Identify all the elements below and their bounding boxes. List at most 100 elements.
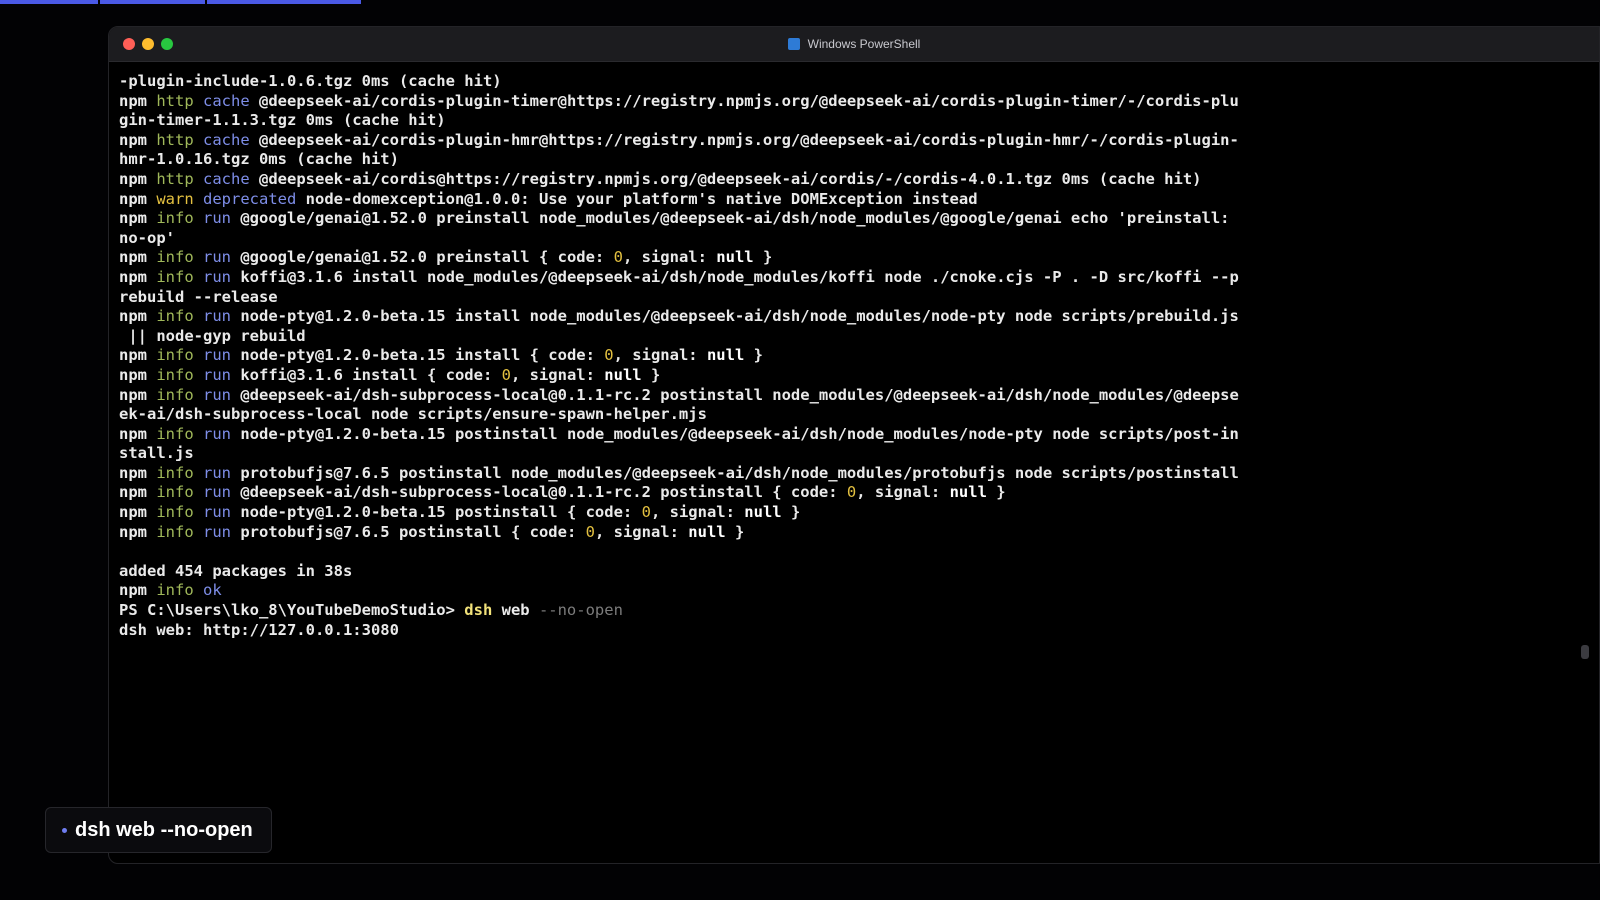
terminal-text: node-pty@1.2.0-beta.15 install { code:: [240, 346, 605, 365]
terminal-text: npm: [119, 189, 157, 208]
terminal-text: http: [156, 169, 203, 188]
terminal-text: node-pty@1.2.0-beta.15 postinstall node_…: [240, 424, 1239, 443]
terminal-text: info: [156, 248, 203, 267]
terminal-text: cache: [203, 169, 259, 188]
terminal-text: --no-open: [538, 601, 623, 620]
terminal-text: }: [781, 503, 801, 522]
terminal-text: }: [986, 483, 1006, 502]
terminal-text: info: [156, 365, 203, 384]
terminal-text: deprecated: [203, 189, 306, 208]
terminal-text: npm: [119, 248, 157, 267]
terminal-text: @google/genai@1.52.0 preinstall { code:: [240, 248, 614, 267]
terminal-line: npm info run protobufjs@7.6.5 postinstal…: [119, 464, 1559, 484]
terminal-line: npm info run koffi@3.1.6 install { code:…: [119, 366, 1559, 386]
terminal-text: @deepseek-ai/cordis-plugin-timer@https:/…: [259, 91, 1239, 110]
window-title-group: Windows PowerShell: [109, 27, 1599, 61]
terminal-text: , signal:: [594, 522, 689, 541]
terminal-text: npm: [119, 365, 157, 384]
terminal-line: npm warn deprecated node-domexception@1.…: [119, 190, 1559, 210]
terminal-text: , signal:: [613, 346, 707, 365]
powershell-icon: [787, 38, 800, 50]
terminal-text: node-pty@1.2.0-beta.15 install node_modu…: [240, 307, 1239, 326]
terminal-line: added 454 packages in 38s: [119, 562, 1559, 582]
terminal-line: PS C:\Users\lko_8\YouTubeDemoStudio> dsh…: [119, 601, 1559, 621]
terminal-text: , signal:: [622, 248, 717, 267]
window-titlebar[interactable]: Windows PowerShell: [109, 27, 1599, 62]
terminal-text: run: [203, 503, 241, 522]
terminal-text: cache: [203, 91, 259, 110]
progress-segment[interactable]: [0, 0, 98, 4]
terminal-line: stall.js: [119, 444, 1559, 464]
terminal-text: hmr-1.0.16.tgz 0ms (cache hit): [119, 150, 399, 169]
terminal-text: koffi@3.1.6 install node_modules/@deepse…: [240, 267, 1239, 286]
terminal-line: npm info run node-pty@1.2.0-beta.15 inst…: [119, 346, 1559, 366]
terminal-text: gin-timer-1.1.3.tgz 0ms (cache hit): [119, 111, 446, 130]
window-title: Windows PowerShell: [807, 37, 921, 51]
terminal-text: npm: [119, 267, 157, 286]
terminal-text: npm: [119, 522, 157, 541]
terminal-line: npm http cache @deepseek-ai/cordis-plugi…: [119, 92, 1559, 112]
terminal-text: run: [203, 346, 241, 365]
terminal-text: node-domexception@1.0.0: Use your platfo…: [305, 189, 978, 208]
terminal-text: run: [203, 209, 241, 228]
terminal-text: web: [501, 601, 539, 620]
progress-segment[interactable]: [100, 0, 205, 4]
terminal-text: run: [203, 522, 241, 541]
terminal-text: npm: [119, 483, 157, 502]
terminal-text: dsh: [464, 601, 502, 620]
terminal-text: run: [203, 385, 241, 404]
terminal-text: info: [156, 385, 203, 404]
terminal-text: info: [156, 522, 203, 541]
terminal-text: npm: [119, 463, 157, 482]
terminal-text: http: [156, 130, 203, 149]
terminal-output[interactable]: -plugin-include-1.0.6.tgz 0ms (cache hit…: [119, 72, 1559, 640]
terminal-text: -plugin-include-1.0.6.tgz 0ms (cache hit…: [119, 72, 502, 90]
command-caption: dsh web --no-open: [45, 807, 272, 853]
terminal-line: npm info run node-pty@1.2.0-beta.15 post…: [119, 425, 1559, 445]
terminal-text: stall.js: [119, 444, 194, 463]
terminal-text: warn: [156, 189, 203, 208]
terminal-text: , signal:: [510, 365, 605, 384]
terminal-text: null: [949, 483, 987, 502]
terminal-text: protobufjs@7.6.5 postinstall { code:: [240, 522, 586, 541]
terminal-text: @deepseek-ai/dsh-subprocess-local@0.1.1-…: [240, 385, 1239, 404]
terminal-text: info: [156, 581, 203, 600]
terminal-line: ek-ai/dsh-subprocess-local node scripts/…: [119, 405, 1559, 425]
terminal-line: npm info run node-pty@1.2.0-beta.15 inst…: [119, 307, 1559, 327]
terminal-text: info: [156, 267, 203, 286]
terminal-text: run: [203, 365, 241, 384]
terminal-text: null: [688, 522, 726, 541]
terminal-line: npm info run @deepseek-ai/dsh-subprocess…: [119, 386, 1559, 406]
terminal-text: , signal:: [650, 503, 745, 522]
terminal-text: @deepseek-ai/cordis@https://registry.npm…: [259, 169, 1202, 188]
terminal-text: info: [156, 209, 203, 228]
terminal-text: 0: [585, 522, 595, 541]
terminal-text: ok: [203, 581, 222, 600]
scrollbar-thumb[interactable]: [1581, 645, 1589, 659]
video-progress-bar[interactable]: [0, 0, 368, 4]
terminal-text: run: [203, 483, 241, 502]
terminal-text: null: [744, 503, 782, 522]
terminal-text: npm: [119, 209, 157, 228]
terminal-line: gin-timer-1.1.3.tgz 0ms (cache hit): [119, 111, 1559, 131]
terminal-text: npm: [119, 130, 157, 149]
terminal-line: -plugin-include-1.0.6.tgz 0ms (cache hit…: [119, 72, 1559, 92]
terminal-line: npm info run node-pty@1.2.0-beta.15 post…: [119, 503, 1559, 523]
terminal-line: npm info run @deepseek-ai/dsh-subprocess…: [119, 483, 1559, 503]
terminal-text: npm: [119, 424, 157, 443]
terminal-text: PS C:\Users\lko_8\YouTubeDemoStudio>: [119, 601, 465, 620]
terminal-line: rebuild --release: [119, 288, 1559, 308]
terminal-text: info: [156, 483, 203, 502]
terminal-text: npm: [119, 385, 157, 404]
terminal-text: npm: [119, 169, 157, 188]
terminal-text: 0: [613, 248, 623, 267]
terminal-text: npm: [119, 581, 157, 600]
terminal-text: }: [744, 346, 763, 365]
progress-segment[interactable]: [207, 0, 361, 4]
terminal-text: }: [753, 248, 773, 267]
terminal-text: null: [716, 248, 754, 267]
terminal-text: info: [156, 424, 203, 443]
terminal-line: npm info run koffi@3.1.6 install node_mo…: [119, 268, 1559, 288]
terminal-text: }: [641, 365, 661, 384]
